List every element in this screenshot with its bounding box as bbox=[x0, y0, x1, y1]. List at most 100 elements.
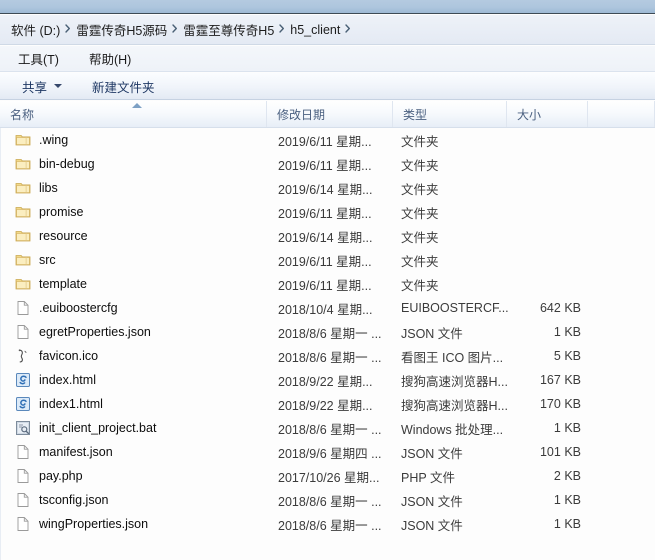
chevron-right-icon[interactable] bbox=[168, 24, 182, 33]
file-date-cell: 2018/8/6 星期一 ... bbox=[278, 419, 382, 438]
file-name-label: .euiboostercfg bbox=[39, 301, 118, 315]
menu-bar: 工具(T) 帮助(H) bbox=[0, 46, 655, 72]
table-row[interactable]: favicon.ico2018/8/6 星期一 ...看图王 ICO 图片...… bbox=[1, 344, 655, 368]
chevron-right-icon[interactable] bbox=[275, 24, 289, 33]
file-size-cell: 1 KB bbox=[461, 421, 581, 435]
file-name-label: bin-debug bbox=[39, 157, 95, 171]
file-size-cell: 101 KB bbox=[461, 445, 581, 459]
breadcrumb-item-1[interactable]: 雷霆传奇H5源码 bbox=[75, 18, 168, 41]
file-type-cell: 文件夹 bbox=[401, 131, 439, 150]
file-date-cell: 2019/6/11 星期... bbox=[278, 155, 372, 174]
file-name-cell[interactable]: egretProperties.json bbox=[15, 324, 151, 340]
blank-file-icon bbox=[15, 516, 31, 532]
file-name-cell[interactable]: favicon.ico bbox=[15, 348, 98, 364]
chevron-right-icon[interactable] bbox=[61, 24, 75, 33]
file-date-cell: 2018/8/6 星期一 ... bbox=[278, 347, 382, 366]
file-name-label: libs bbox=[39, 181, 58, 195]
toolbar-new-folder-label: 新建文件夹 bbox=[92, 77, 155, 96]
file-name-cell[interactable]: libs bbox=[15, 180, 58, 196]
file-name-cell[interactable]: index.html bbox=[15, 372, 96, 388]
table-row[interactable]: init_client_project.bat2018/8/6 星期一 ...W… bbox=[1, 416, 655, 440]
file-name-label: egretProperties.json bbox=[39, 325, 151, 339]
folder-icon bbox=[15, 228, 31, 244]
file-date-cell: 2018/8/6 星期一 ... bbox=[278, 323, 382, 342]
file-name-label: .wing bbox=[39, 133, 68, 147]
file-name-cell[interactable]: promise bbox=[15, 204, 83, 220]
file-date-cell: 2019/6/11 星期... bbox=[278, 203, 372, 222]
table-row[interactable]: resource2019/6/14 星期...文件夹 bbox=[1, 224, 655, 248]
toolbar-share[interactable]: 共享 bbox=[22, 77, 62, 96]
file-size-cell: 1 KB bbox=[461, 325, 581, 339]
breadcrumb[interactable]: 软件 (D:) 雷霆传奇H5源码雷霆至尊传奇H5 h5_client bbox=[10, 18, 355, 41]
breadcrumb-item-2[interactable]: 雷霆至尊传奇H5 bbox=[182, 18, 275, 41]
table-row[interactable]: index.html2018/9/22 星期...搜狗高速浏览器H...167 … bbox=[1, 368, 655, 392]
toolbar-new-folder[interactable]: 新建文件夹 bbox=[92, 77, 155, 96]
blank-file-icon bbox=[15, 468, 31, 484]
menu-help[interactable]: 帮助(H) bbox=[85, 47, 135, 70]
address-bar[interactable]: 软件 (D:) 雷霆传奇H5源码雷霆至尊传奇H5 h5_client bbox=[0, 15, 655, 45]
table-row[interactable]: index1.html2018/9/22 星期...搜狗高速浏览器H...170… bbox=[1, 392, 655, 416]
folder-icon bbox=[15, 156, 31, 172]
folder-icon bbox=[15, 276, 31, 292]
file-name-cell[interactable]: tsconfig.json bbox=[15, 492, 108, 508]
file-name-label: promise bbox=[39, 205, 83, 219]
column-date-modified[interactable]: 修改日期 bbox=[267, 101, 393, 127]
table-row[interactable]: .wing 2019/6/11 星期... 文件夹 bbox=[1, 128, 655, 152]
table-row[interactable]: .euiboostercfg2018/10/4 星期...EUIBOOSTERC… bbox=[1, 296, 655, 320]
column-size[interactable]: 大小 bbox=[507, 101, 588, 127]
file-name-label: index1.html bbox=[39, 397, 103, 411]
file-name-label: favicon.ico bbox=[39, 349, 98, 363]
file-name-label: wingProperties.json bbox=[39, 517, 148, 531]
file-name-cell[interactable]: bin-debug bbox=[15, 156, 95, 172]
file-size-cell: 170 KB bbox=[461, 397, 581, 411]
breadcrumb-item-3[interactable]: h5_client bbox=[289, 21, 341, 39]
file-list[interactable]: .wing 2019/6/11 星期... 文件夹 bin-debug 2019/6/1… bbox=[0, 128, 655, 560]
file-type-cell: 文件夹 bbox=[401, 155, 439, 174]
file-size-cell: 1 KB bbox=[461, 517, 581, 531]
table-row[interactable]: manifest.json2018/9/6 星期四 ...JSON 文件101 … bbox=[1, 440, 655, 464]
file-name-label: pay.php bbox=[39, 469, 83, 483]
table-row[interactable]: egretProperties.json2018/8/6 星期一 ...JSON… bbox=[1, 320, 655, 344]
file-name-cell[interactable]: template bbox=[15, 276, 87, 292]
file-name-label: manifest.json bbox=[39, 445, 113, 459]
file-name-cell[interactable]: manifest.json bbox=[15, 444, 113, 460]
chevron-down-icon[interactable] bbox=[54, 84, 62, 88]
sogou-html-icon bbox=[15, 396, 31, 412]
file-date-cell: 2018/8/6 星期一 ... bbox=[278, 515, 382, 534]
table-row[interactable]: src2019/6/11 星期...文件夹 bbox=[1, 248, 655, 272]
table-row[interactable]: libs2019/6/14 星期...文件夹 bbox=[1, 176, 655, 200]
file-date-cell: 2019/6/11 星期... bbox=[278, 131, 372, 150]
file-name-cell[interactable]: init_client_project.bat bbox=[15, 420, 156, 436]
file-name-cell[interactable]: wingProperties.json bbox=[15, 516, 148, 532]
sogou-html-icon bbox=[15, 372, 31, 388]
file-name-label: tsconfig.json bbox=[39, 493, 108, 507]
table-row[interactable]: promise2019/6/11 星期...文件夹 bbox=[1, 200, 655, 224]
file-size-cell: 2 KB bbox=[461, 469, 581, 483]
table-row[interactable]: tsconfig.json2018/8/6 星期一 ...JSON 文件1 KB bbox=[1, 488, 655, 512]
menu-tools[interactable]: 工具(T) bbox=[14, 47, 63, 70]
file-type-cell: 文件夹 bbox=[401, 227, 439, 246]
breadcrumb-item-0[interactable]: 软件 (D:) bbox=[10, 18, 61, 41]
table-row[interactable]: bin-debug 2019/6/11 星期... 文件夹 bbox=[1, 152, 655, 176]
column-type[interactable]: 类型 bbox=[393, 101, 507, 127]
file-date-cell: 2017/10/26 星期... bbox=[278, 467, 379, 486]
file-name-cell[interactable]: .wing bbox=[15, 132, 68, 148]
table-row[interactable]: wingProperties.json 2018/8/6 星期一 ... JSON … bbox=[1, 512, 655, 536]
file-name-cell[interactable]: src bbox=[15, 252, 56, 268]
file-name-label: resource bbox=[39, 229, 88, 243]
file-date-cell: 2019/6/11 星期... bbox=[278, 251, 372, 270]
file-name-label: init_client_project.bat bbox=[39, 421, 156, 435]
file-name-label: template bbox=[39, 277, 87, 291]
column-spare[interactable] bbox=[588, 101, 655, 127]
file-type-cell: JSON 文件 bbox=[401, 515, 463, 534]
file-name-label: src bbox=[39, 253, 56, 267]
column-header-row: 名称修改日期类型大小 bbox=[0, 101, 655, 128]
file-name-cell[interactable]: resource bbox=[15, 228, 88, 244]
table-row[interactable]: template2019/6/11 星期...文件夹 bbox=[1, 272, 655, 296]
file-name-cell[interactable]: pay.php bbox=[15, 468, 83, 484]
ico-image-icon bbox=[15, 348, 31, 364]
chevron-right-icon[interactable] bbox=[341, 24, 355, 33]
file-name-cell[interactable]: .euiboostercfg bbox=[15, 300, 118, 316]
table-row[interactable]: pay.php2017/10/26 星期...PHP 文件2 KB bbox=[1, 464, 655, 488]
file-name-cell[interactable]: index1.html bbox=[15, 396, 103, 412]
